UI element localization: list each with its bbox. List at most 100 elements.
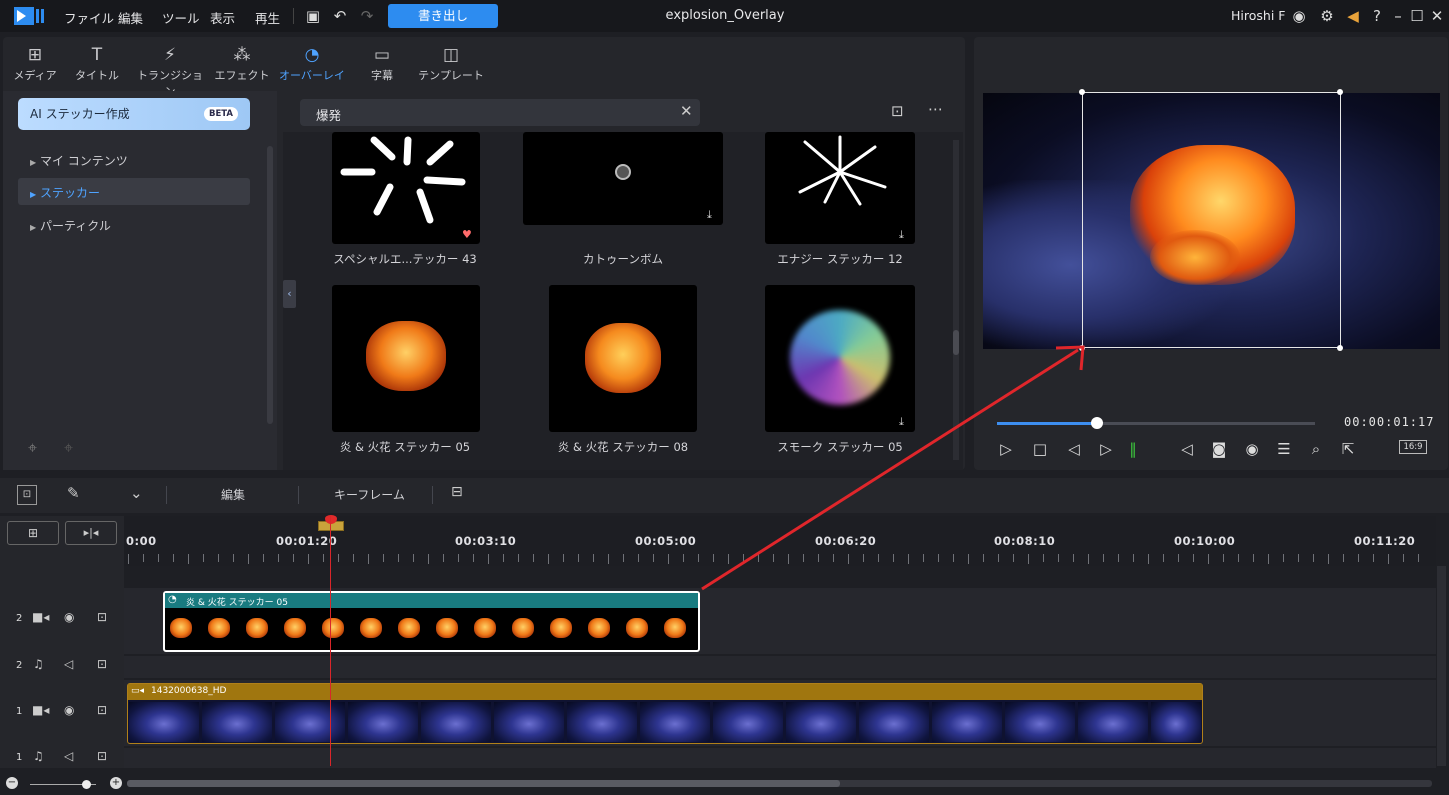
menu-file[interactable]: ファイル <box>64 8 114 27</box>
popout-icon[interactable]: ⇱ <box>1337 438 1359 460</box>
resize-handle[interactable] <box>1079 89 1085 95</box>
account-icon[interactable]: ◉ <box>1289 6 1309 26</box>
menu-tools[interactable]: ツール <box>162 8 200 27</box>
sticker-label: エナジー ステッカー 12 <box>777 252 903 266</box>
timeline-vertical-scrollbar[interactable] <box>1437 566 1446 766</box>
maximize-icon[interactable]: ☐ <box>1407 6 1427 26</box>
edit-pen-icon[interactable]: ✎ <box>67 484 80 502</box>
close-icon[interactable]: ✕ <box>1427 6 1447 26</box>
playhead-line[interactable] <box>330 516 331 766</box>
timeline-toolbar <box>0 478 1449 513</box>
track-number: 2 <box>16 660 23 671</box>
ruler-tick <box>383 554 384 562</box>
ruler-tick <box>938 554 939 562</box>
download-icon[interactable]: ⤓ <box>707 208 712 222</box>
clip-thumbnail <box>421 702 491 742</box>
sticker-thumb[interactable]: ⤓ <box>523 132 723 225</box>
overlay-clip-icon: ◔ <box>168 594 177 605</box>
keyframe-tool[interactable]: キーフレーム <box>334 486 405 503</box>
sticker-thumb[interactable]: ⤓ <box>765 285 915 432</box>
tab-subtitle[interactable]: ▭ 字幕 <box>347 43 417 83</box>
megaphone-icon[interactable]: ◀ <box>1343 6 1363 26</box>
menu-view[interactable]: 表示 <box>210 8 235 27</box>
visibility-eye-icon[interactable]: ◉ <box>64 610 74 624</box>
help-icon[interactable]: ? <box>1367 6 1387 26</box>
track-row-audio-2[interactable] <box>124 656 1436 678</box>
fit-timeline-button[interactable]: ▸|◂ <box>65 521 117 545</box>
minimize-icon[interactable]: – <box>1388 6 1408 26</box>
play-mode-icon[interactable]: ◉ <box>1241 438 1263 460</box>
grid-scroll-thumb[interactable] <box>953 330 959 355</box>
resize-handle[interactable] <box>1337 345 1343 351</box>
clear-search-icon[interactable]: ✕ <box>680 102 693 120</box>
overlay-selection-box[interactable] <box>1082 92 1341 348</box>
nav-my-contents[interactable]: ▶ マイ コンテンツ <box>30 152 128 169</box>
lock-icon[interactable]: ⊡ <box>97 657 107 671</box>
nav-scrollbar[interactable] <box>267 146 273 424</box>
clip-thumbnail <box>202 702 272 742</box>
tab-overlay[interactable]: ◔ オーバーレイ <box>277 43 347 83</box>
tab-title[interactable]: T タイトル <box>62 43 132 83</box>
nav-particles[interactable]: ▶ パーティクル <box>30 217 111 234</box>
lock-icon[interactable]: ⊡ <box>97 703 107 717</box>
undo-icon[interactable]: ↶ <box>330 6 350 26</box>
speaker-icon[interactable]: ◁ <box>64 657 73 671</box>
search-input[interactable] <box>300 99 700 126</box>
user-name[interactable]: Hiroshi F <box>1231 8 1285 23</box>
edit-tool[interactable]: 編集 <box>221 486 245 503</box>
sticker-thumb[interactable]: ⤓ <box>765 132 915 244</box>
export-button[interactable]: 書き出し <box>388 4 498 28</box>
zoom-slider-knob[interactable] <box>82 780 91 789</box>
ruler-tick <box>533 554 534 562</box>
resize-handle[interactable] <box>1337 89 1343 95</box>
grid-scrollbar[interactable] <box>953 140 959 460</box>
zoom-in-icon[interactable]: + <box>110 777 122 789</box>
dropdown-circle-icon[interactable]: ⌄ <box>130 484 143 502</box>
menu-play[interactable]: 再生 <box>255 8 280 27</box>
aspect-ratio-button[interactable]: 16:9 <box>1399 440 1427 454</box>
sticker-thumb[interactable]: ♥ <box>332 132 480 244</box>
settings-icon[interactable]: ⚙ <box>1317 6 1337 26</box>
track-row-audio-1[interactable] <box>124 748 1436 768</box>
snapshot-icon[interactable]: ◙ <box>1208 438 1230 460</box>
subtitle-toggle-icon[interactable]: ☰ <box>1273 438 1295 460</box>
add-track-button[interactable]: ⊞ <box>7 521 59 545</box>
nav-stickers[interactable]: ▶ ステッカー <box>30 184 100 201</box>
fit-icon[interactable]: ⊡ <box>17 485 37 505</box>
prev-frame-icon[interactable]: ◁ <box>1063 438 1085 460</box>
timeline-scroll-thumb[interactable] <box>127 780 840 787</box>
ruler-tick <box>1193 554 1194 562</box>
download-icon[interactable]: ⤓ <box>899 415 904 429</box>
lock-icon[interactable]: ⊡ <box>97 610 107 624</box>
tag-add-icon[interactable]: ⌖ <box>28 438 37 458</box>
next-frame-icon[interactable]: ▷ <box>1095 438 1117 460</box>
save-icon[interactable]: ▣ <box>303 6 323 26</box>
resize-handle[interactable] <box>1079 345 1085 351</box>
tab-template[interactable]: ◫ テンプレート <box>416 43 486 83</box>
collapse-panel-button[interactable]: ‹ <box>283 280 296 308</box>
visibility-eye-icon[interactable]: ◉ <box>64 703 74 717</box>
stop-icon[interactable]: □ <box>1029 438 1051 460</box>
volume-icon[interactable]: ◁ <box>1176 438 1198 460</box>
lock-icon[interactable]: ⊡ <box>97 749 107 763</box>
zoom-out-icon[interactable]: − <box>6 777 18 789</box>
zoom-icon[interactable]: ⌕ <box>1305 438 1327 460</box>
tab-media[interactable]: ⊞ メディア <box>0 43 70 83</box>
tab-effect[interactable]: ⁂ エフェクト <box>207 43 277 83</box>
tag-remove-icon[interactable]: ⌖ <box>64 438 73 458</box>
track-manager-icon[interactable]: ⊟ <box>451 484 463 500</box>
download-icon[interactable]: ⤓ <box>899 228 904 242</box>
speaker-icon[interactable]: ◁ <box>64 749 73 763</box>
favorite-heart-icon[interactable]: ♥ <box>462 228 472 241</box>
seek-knob[interactable] <box>1091 417 1103 429</box>
clip-thumbnail <box>567 702 637 742</box>
more-icon[interactable]: ⋯ <box>928 100 943 118</box>
redo-icon[interactable]: ↷ <box>357 6 377 26</box>
play-icon[interactable]: ▷ <box>995 438 1017 460</box>
fireball-icon <box>366 321 446 391</box>
sticker-thumb[interactable] <box>549 285 697 432</box>
sticker-thumb[interactable] <box>332 285 480 432</box>
import-icon[interactable]: ⊡ <box>891 102 904 120</box>
ruler-label: 0:00 <box>126 534 157 548</box>
menu-edit[interactable]: 編集 <box>118 8 143 27</box>
